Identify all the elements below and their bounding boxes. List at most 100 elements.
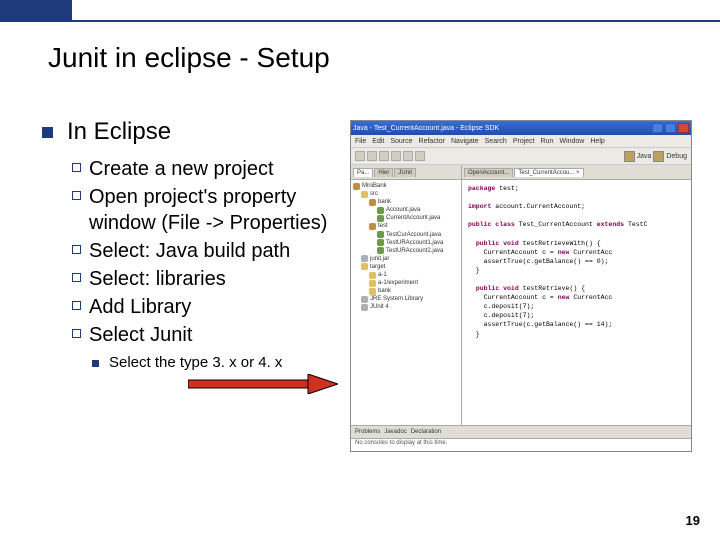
bullet-level1: In Eclipse [42,118,342,146]
code-editor[interactable]: package package test;test; import accoun… [462,180,691,425]
menu-item[interactable]: Edit [372,138,384,145]
tree-library[interactable]: JUnit 4 [353,303,459,311]
folder-icon [369,272,376,279]
toolbar-icon[interactable] [367,151,377,161]
tree-label: junit.jar [370,255,389,263]
tree-file[interactable]: TestURAccount2.java [353,247,459,255]
tree-label: test [378,222,388,230]
tree-file[interactable]: CurrentAccount.java [353,214,459,222]
menu-item[interactable]: Source [390,138,412,145]
tree-library[interactable]: JRE System Library [353,295,459,303]
tree-label: MiniBank [362,182,387,190]
folder-icon [369,288,376,295]
toolbar-icon[interactable] [415,151,425,161]
editor-area: OpenAccount... Test_CurrentAccou... × pa… [462,165,691,425]
tree-folder[interactable]: target [353,263,459,271]
menu-item[interactable]: Help [590,138,604,145]
close-icon[interactable] [678,123,689,133]
view-tabs: Pa... Hier JUnit [351,165,461,180]
tree-label: JUnit 4 [370,303,389,311]
menu-item[interactable]: Run [541,138,554,145]
java-perspective-icon[interactable] [624,151,635,162]
step-item: Select: Java build path [72,238,342,264]
tree-label: TestURAccount2.java [386,247,443,255]
bullet-open-icon [72,273,81,282]
window-titlebar: Java - Test_CurrentAccount.java - Eclips… [351,121,691,135]
editor-tabs: OpenAccount... Test_CurrentAccou... × [462,165,691,180]
tree-label: a-1 [378,271,387,279]
tab-javadoc[interactable]: Javadoc [384,429,406,435]
editor-tab[interactable]: OpenAccount... [464,168,513,177]
slide-top-line [0,20,720,22]
tab-declaration[interactable]: Declaration [411,429,441,435]
tree-label: TestURAccount1.java [386,239,443,247]
window-buttons [652,123,689,133]
tree-folder[interactable]: bank [353,287,459,295]
step-text: Select Junit [89,322,192,348]
page-number: 19 [686,513,700,528]
step-text: Open project's property window (File -> … [89,184,342,236]
tab-package[interactable]: Pa... [353,168,373,177]
minimize-icon[interactable] [652,123,663,133]
package-icon [369,223,376,230]
tree-label: target [370,263,385,271]
java-file-icon [377,231,384,238]
tree-folder[interactable]: a-1/experiment [353,279,459,287]
main-area: Pa... Hier JUnit MiniBank src bank Accou… [351,165,691,425]
step-text: Add Library [89,294,191,320]
package-icon [369,199,376,206]
tree-package[interactable]: test [353,222,459,230]
maximize-icon[interactable] [665,123,676,133]
tree-label: bank [378,287,391,295]
menubar: File Edit Source Refactor Navigate Searc… [351,135,691,148]
editor-tab-active[interactable]: Test_CurrentAccou... × [514,168,583,177]
folder-icon [369,280,376,287]
perspective-label[interactable]: Debug [666,153,687,160]
bullet-small-icon [92,360,99,367]
console-message: No consoles to display at this time. [351,439,691,447]
step-item: Select: libraries [72,266,342,292]
menu-item[interactable]: Search [485,138,507,145]
menu-item[interactable]: Refactor [419,138,445,145]
toolbar-icon[interactable] [403,151,413,161]
toolbar-icon[interactable] [391,151,401,161]
arrow-icon [188,374,338,394]
menu-item[interactable]: Project [513,138,535,145]
tree-folder[interactable]: a-1 [353,271,459,279]
substep-item: Select the type 3. x or 4. x [92,354,342,371]
jar-icon [361,255,368,262]
tree-project[interactable]: MiniBank [353,182,459,190]
slide-title: Junit in eclipse - Setup [48,42,330,74]
project-tree: MiniBank src bank Account.java CurrentAc… [351,180,461,425]
step-item: Open project's property window (File -> … [72,184,342,236]
toolbar-icon[interactable] [355,151,365,161]
java-file-icon [377,247,384,254]
tab-junit[interactable]: JUnit [394,168,416,177]
bottom-panel: Problems Javadoc Declaration No consoles… [351,425,691,452]
tree-file[interactable]: TestCurAccount.java [353,231,459,239]
debug-perspective-icon[interactable] [653,151,664,162]
bullet-open-icon [72,245,81,254]
tree-label: JRE System Library [370,295,423,303]
tree-package[interactable]: bank [353,198,459,206]
tab-problems[interactable]: Problems [355,429,380,435]
tree-label: Account.java [386,206,420,214]
step-text: Select: libraries [89,266,226,292]
perspective-label[interactable]: Java [637,153,652,160]
tree-label: CurrentAccount.java [386,214,440,222]
toolbar: Java Debug [351,148,691,165]
menu-item[interactable]: Navigate [451,138,479,145]
tree-jar[interactable]: junit.jar [353,255,459,263]
tree-label: src [370,190,378,198]
heading-text: In Eclipse [67,118,171,146]
toolbar-icon[interactable] [379,151,389,161]
tab-hierarchy[interactable]: Hier [374,168,393,177]
menu-item[interactable]: Window [559,138,584,145]
tree-file[interactable]: Account.java [353,206,459,214]
tree-file[interactable]: TestURAccount1.java [353,239,459,247]
java-file-icon [377,207,384,214]
tree-label: bank [378,198,391,206]
menu-item[interactable]: File [355,138,366,145]
tree-folder[interactable]: src [353,190,459,198]
eclipse-screenshot: Java - Test_CurrentAccount.java - Eclips… [350,120,692,452]
